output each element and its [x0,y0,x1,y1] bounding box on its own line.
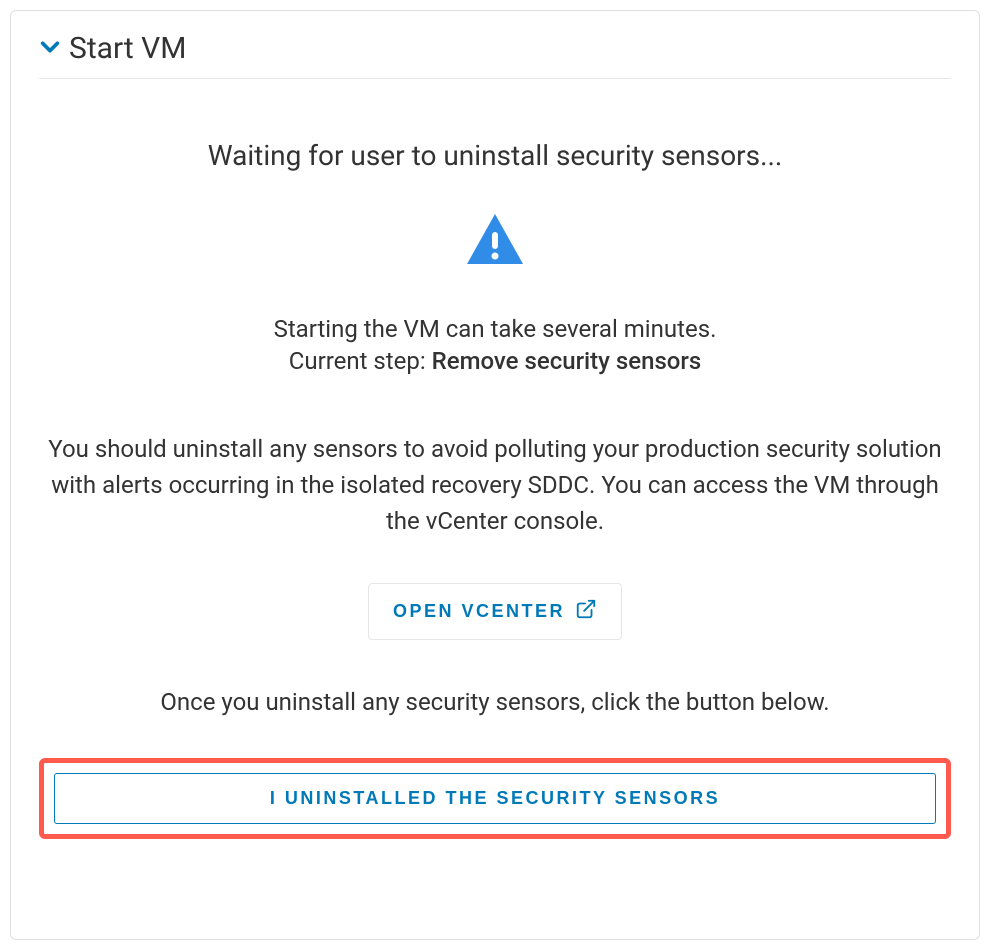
external-link-icon [575,598,597,625]
warning-icon [465,212,525,271]
panel-header[interactable]: Start VM [39,31,951,79]
instruction: Once you uninstall any security sensors,… [39,688,951,716]
start-vm-panel: Start VM Waiting for user to uninstall s… [10,10,980,940]
uninstalled-sensors-button[interactable]: I UNINSTALLED THE SECURITY SENSORS [54,773,936,824]
status-heading: Waiting for user to uninstall security s… [39,139,951,172]
info-line: Starting the VM can take several minutes… [39,311,951,347]
panel-title: Start VM [69,31,186,66]
open-vcenter-button[interactable]: OPEN VCENTER [368,583,622,640]
step-line: Current step: Remove security sensors [39,347,951,375]
step-value: Remove security sensors [432,347,702,375]
open-vcenter-label: OPEN VCENTER [393,601,565,622]
chevron-down-icon [39,36,61,61]
panel-content: Waiting for user to uninstall security s… [39,139,951,839]
step-label: Current step: [289,347,432,375]
description: You should uninstall any sensors to avoi… [39,431,951,539]
highlight-frame: I UNINSTALLED THE SECURITY SENSORS [39,758,951,839]
